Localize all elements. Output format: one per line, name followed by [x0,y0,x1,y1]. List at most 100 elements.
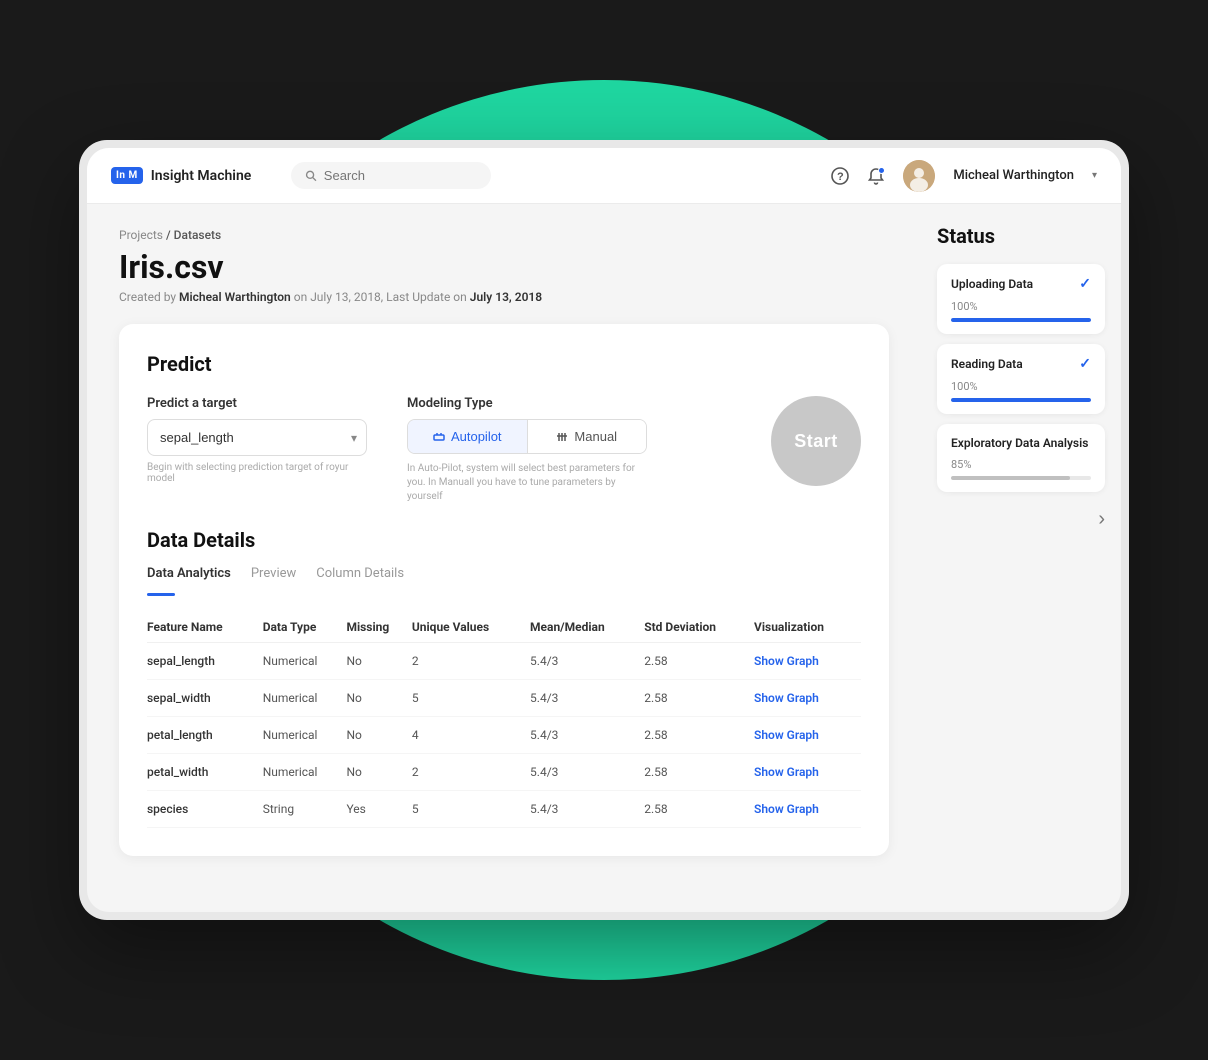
status-card: Exploratory Data Analysis 85% [937,424,1105,492]
predict-card: Predict Predict a target sepal_length se… [119,324,889,856]
outer-wrapper: In M Insight Machine ? [0,0,1208,1060]
content-left: Projects / Datasets Iris.csv Created by … [87,204,921,912]
predict-target-section: Predict a target sepal_length sepal_widt… [147,396,367,484]
status-card-label: Uploading Data [951,277,1033,291]
search-icon [305,169,318,183]
cell-missing: Yes [346,791,411,828]
tabs-row: Data Analytics Preview Column Details [147,566,861,587]
col-missing: Missing [346,612,411,643]
col-feature-name: Feature Name [147,612,263,643]
user-name: Micheal Warthington [953,168,1074,183]
tab-underline [147,593,175,596]
cell-unique-values: 4 [412,717,530,754]
navbar: In M Insight Machine ? [87,148,1121,204]
status-card-label: Exploratory Data Analysis [951,436,1088,450]
tab-preview[interactable]: Preview [251,566,296,587]
cell-std-deviation: 2.58 [644,717,754,754]
chevron-down-icon[interactable]: ▾ [1092,170,1097,181]
logo-text: Insight Machine [151,168,252,184]
cell-std-deviation: 2.58 [644,643,754,680]
right-expand: › [937,508,1105,531]
cell-missing: No [346,754,411,791]
table-body: sepal_length Numerical No 2 5.4/3 2.58 S… [147,643,861,828]
cell-data-type: Numerical [263,754,347,791]
show-graph-link[interactable]: Show Graph [754,728,819,742]
cell-unique-values: 2 [412,643,530,680]
cell-visualization: Show Graph [754,754,861,791]
progress-bar-fill [951,318,1091,322]
col-unique-values: Unique Values [412,612,530,643]
notification-button[interactable] [867,167,885,185]
progress-bar-bg [951,476,1091,480]
page-author: Micheal Warthington [179,290,291,304]
breadcrumb-projects[interactable]: Projects [119,228,163,242]
status-cards: Uploading Data ✓ 100% Reading Data ✓ 100… [937,264,1105,492]
progress-bar-fill [951,476,1070,480]
modeling-label: Modeling Type [407,396,647,411]
cell-mean-median: 5.4/3 [530,717,644,754]
show-graph-link[interactable]: Show Graph [754,802,819,816]
autopilot-tab[interactable]: Autopilot [408,420,527,453]
expand-button[interactable]: › [1098,508,1105,531]
status-card-header: Exploratory Data Analysis [951,436,1091,450]
cell-feature-name: species [147,791,263,828]
start-button[interactable]: Start [771,396,861,486]
col-visualization: Visualization [754,612,861,643]
manual-tab[interactable]: Manual [527,420,647,453]
status-title: Status [937,224,1105,248]
show-graph-link[interactable]: Show Graph [754,691,819,705]
modeling-type-section: Modeling Type Autopilot [407,396,647,504]
page-last-update: July 13, 2018 [470,290,542,304]
avatar [903,160,935,192]
cell-missing: No [346,717,411,754]
status-panel: Status Uploading Data ✓ 100% Reading Dat… [921,204,1121,912]
status-card: Reading Data ✓ 100% [937,344,1105,414]
tab-data-analytics[interactable]: Data Analytics [147,566,231,587]
cell-mean-median: 5.4/3 [530,791,644,828]
status-card-header: Reading Data ✓ [951,356,1091,372]
cell-visualization: Show Graph [754,680,861,717]
search-input[interactable] [324,168,478,183]
start-btn-wrapper: Start [771,396,861,486]
cell-feature-name: sepal_width [147,680,263,717]
nav-search[interactable] [291,162,491,189]
cell-std-deviation: 2.58 [644,680,754,717]
status-check-icon: ✓ [1079,356,1091,372]
target-select-wrapper: sepal_length sepal_width petal_length pe… [147,419,367,456]
col-data-type: Data Type [263,612,347,643]
status-pct: 85% [951,458,1091,471]
cell-visualization: Show Graph [754,643,861,680]
notification-dot [878,167,885,174]
status-card-label: Reading Data [951,357,1023,371]
target-select[interactable]: sepal_length sepal_width petal_length pe… [147,419,367,456]
progress-bar-bg [951,398,1091,402]
logo-badge: In M [111,167,143,184]
svg-text:?: ? [837,171,844,183]
cell-feature-name: sepal_length [147,643,263,680]
cell-data-type: Numerical [263,680,347,717]
show-graph-link[interactable]: Show Graph [754,654,819,668]
cell-data-type: String [263,791,347,828]
main-content: Projects / Datasets Iris.csv Created by … [87,204,1121,912]
modeling-tabs: Autopilot [407,419,647,454]
cell-unique-values: 5 [412,791,530,828]
page-subtitle: Created by Micheal Warthington on July 1… [119,290,889,304]
data-details-section: Data Details Data Analytics Preview Colu… [147,528,861,828]
table-row: sepal_width Numerical No 5 5.4/3 2.58 Sh… [147,680,861,717]
help-button[interactable]: ? [831,167,849,185]
tab-column-details[interactable]: Column Details [316,566,404,587]
predict-row: Predict a target sepal_length sepal_widt… [147,396,861,504]
nav-logo: In M Insight Machine [111,167,251,184]
data-table: Feature Name Data Type Missing Unique Va… [147,612,861,828]
cell-data-type: Numerical [263,717,347,754]
device-screen: In M Insight Machine ? [87,148,1121,912]
cell-unique-values: 2 [412,754,530,791]
cell-visualization: Show Graph [754,791,861,828]
status-card: Uploading Data ✓ 100% [937,264,1105,334]
page-title: Iris.csv [119,248,889,286]
cell-std-deviation: 2.58 [644,754,754,791]
predict-title: Predict [147,352,861,376]
cell-unique-values: 5 [412,680,530,717]
show-graph-link[interactable]: Show Graph [754,765,819,779]
breadcrumb: Projects / Datasets [119,228,889,242]
